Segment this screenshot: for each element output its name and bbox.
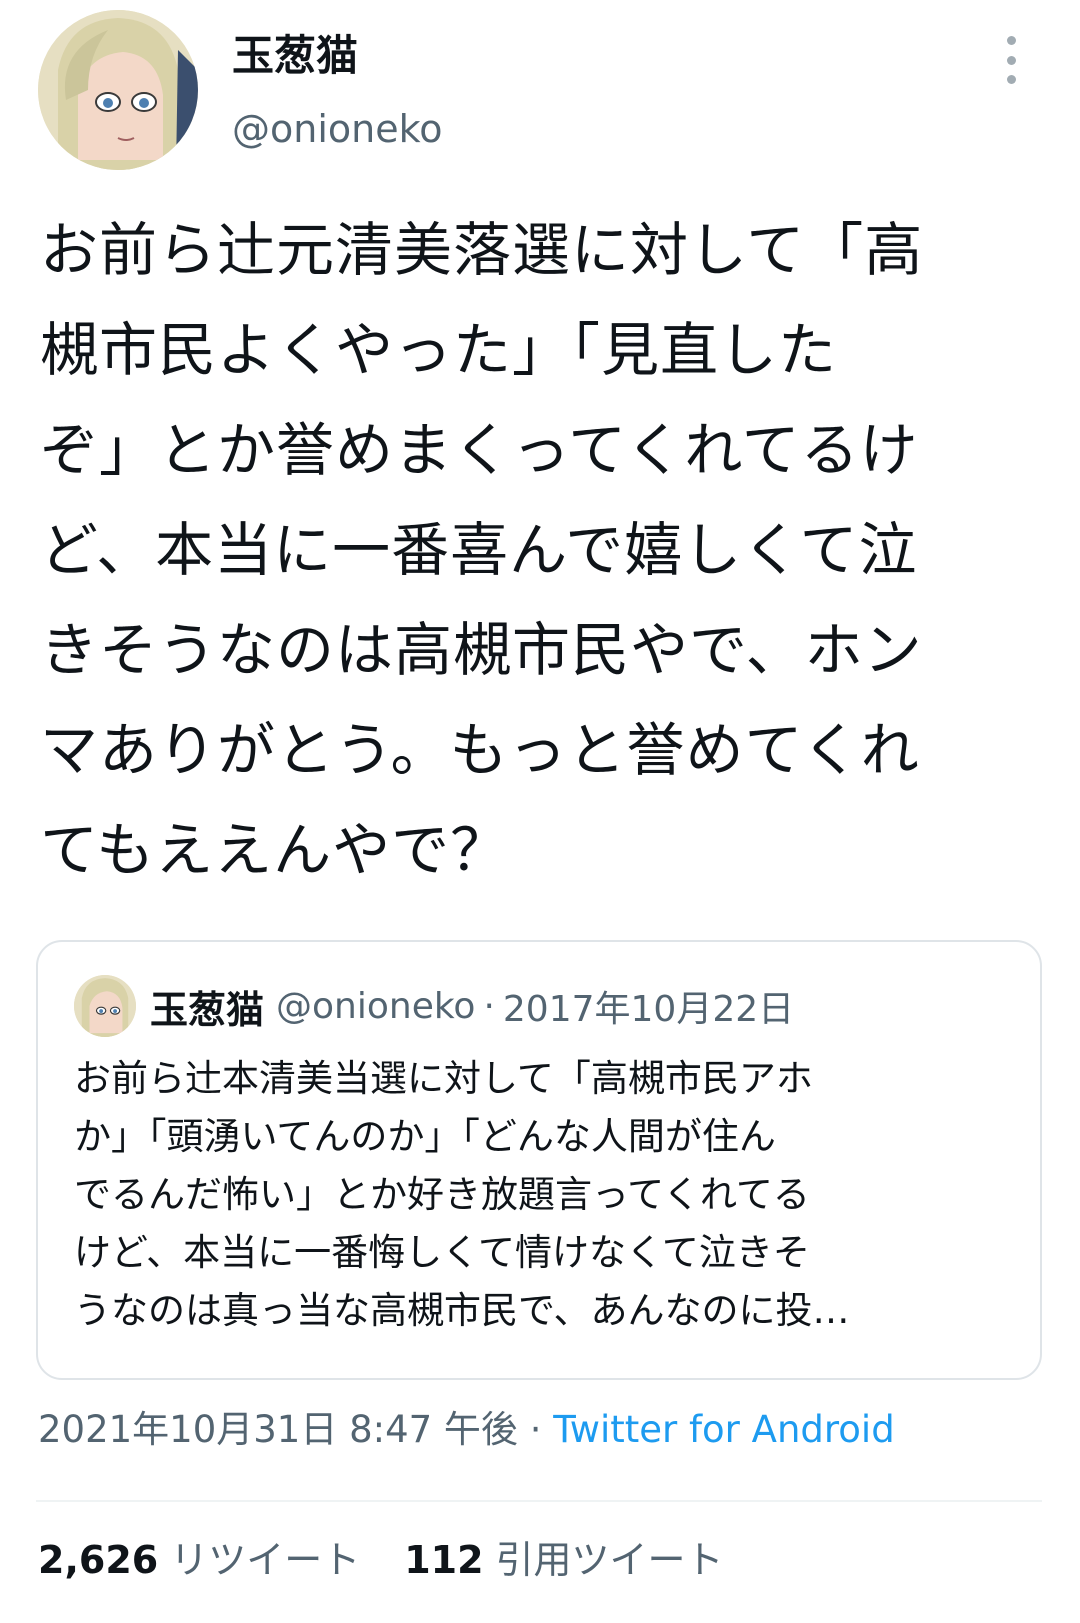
source-link[interactable]: Twitter for Android — [553, 1408, 894, 1451]
avatar-image — [38, 10, 198, 170]
tweet-meta: 2021年10月31日 8:47 午後 · Twitter for Androi… — [38, 1402, 895, 1458]
handle[interactable]: @onioneko — [232, 104, 443, 154]
more-dot — [1006, 55, 1016, 65]
more-dot — [1006, 36, 1016, 45]
quoted-date: 2017年10月22日 — [502, 989, 795, 1030]
quoted-tweet-text: お前ら辻本清美当選に対して「高槻市民アホ か」「頭湧いてんのか」「どんな人間が住… — [74, 1057, 850, 1332]
divider — [36, 1500, 1042, 1502]
meta-separator: · — [529, 1408, 542, 1451]
retweets-stat[interactable]: 2,626 リツイート — [38, 1532, 360, 1588]
quoted-display-name: 玉葱猫 — [150, 987, 265, 1032]
more-dot — [1006, 75, 1016, 84]
avatar[interactable] — [38, 10, 198, 170]
retweet-count: 2,626 — [38, 1538, 159, 1582]
quoted-avatar-image — [74, 975, 136, 1037]
display-name[interactable]: 玉葱猫 — [232, 28, 358, 84]
timestamp[interactable]: 2021年10月31日 8:47 午後 — [38, 1408, 518, 1451]
more-vertical-icon[interactable] — [996, 36, 1026, 84]
quoted-tweet-avatar — [74, 975, 136, 1037]
retweet-label: リツイート — [170, 1538, 361, 1582]
quoted-separator: · — [483, 985, 495, 1027]
quoted-tweet-card[interactable]: 玉葱猫 @onioneko · 2017年10月22日 お前ら辻本清美当選に対し… — [36, 940, 1042, 1380]
engagement-stats: 2,626 リツイート 112 引用ツイート — [38, 1532, 724, 1588]
quoted-tweet-header: 玉葱猫 @onioneko · 2017年10月22日 — [74, 974, 794, 1038]
tweet-text: お前ら辻元清美落選に対して「高 槻市民よくやった」「見直した ぞ」とか誉めまくっ… — [40, 216, 924, 884]
quote-tweets-stat[interactable]: 112 引用ツイート — [404, 1532, 723, 1588]
quoted-handle: @onioneko — [276, 985, 476, 1027]
quote-count: 112 — [404, 1538, 484, 1582]
quote-label: 引用ツイート — [495, 1538, 724, 1582]
